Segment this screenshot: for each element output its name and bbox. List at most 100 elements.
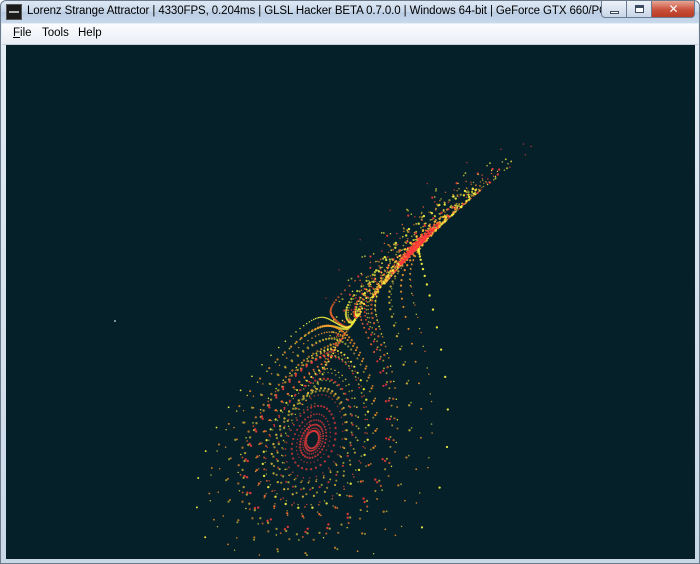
trail-point bbox=[339, 410, 341, 413]
trail-point bbox=[312, 352, 315, 355]
trail-point bbox=[348, 316, 350, 319]
menu-file[interactable]: File bbox=[13, 27, 32, 39]
trail-point bbox=[279, 428, 282, 431]
trail-point bbox=[329, 334, 331, 337]
trail-point bbox=[218, 443, 220, 446]
trail-point bbox=[224, 446, 227, 448]
trail-point bbox=[378, 284, 380, 287]
minimize-button[interactable] bbox=[601, 1, 627, 18]
trail-point bbox=[390, 275, 392, 277]
trail-point bbox=[413, 223, 415, 226]
trail-point bbox=[326, 345, 330, 348]
trail-point bbox=[278, 364, 281, 366]
trail-point bbox=[337, 396, 340, 399]
trail-point bbox=[365, 276, 368, 279]
trail-point bbox=[298, 380, 301, 383]
trail-point bbox=[237, 519, 240, 522]
trail-point bbox=[289, 429, 292, 432]
trail-point bbox=[268, 367, 271, 370]
trail-point bbox=[324, 438, 328, 441]
trail-point bbox=[417, 240, 419, 243]
trail-point bbox=[404, 499, 406, 502]
trail-point bbox=[357, 416, 360, 419]
trail-point bbox=[451, 207, 453, 209]
menu-help[interactable]: Help bbox=[78, 27, 102, 39]
trail-point bbox=[365, 288, 368, 291]
trail-point bbox=[336, 349, 339, 353]
trail-point bbox=[286, 357, 288, 359]
trail-point bbox=[382, 384, 385, 387]
render-viewport[interactable] bbox=[6, 45, 695, 559]
trail-point bbox=[241, 491, 244, 494]
trail-point bbox=[434, 209, 437, 211]
trail-point bbox=[269, 435, 272, 438]
trail-point bbox=[392, 324, 396, 327]
trail-point bbox=[386, 275, 389, 278]
trail-point bbox=[318, 356, 321, 359]
trail-point bbox=[369, 291, 371, 294]
trail-point bbox=[363, 255, 366, 258]
trail-point bbox=[307, 347, 310, 350]
trail-point bbox=[308, 372, 311, 375]
trail-point bbox=[434, 215, 437, 218]
trail-point bbox=[327, 355, 330, 358]
app-icon[interactable] bbox=[6, 4, 22, 20]
trail-point bbox=[504, 158, 507, 161]
close-button[interactable]: ✕ bbox=[652, 1, 695, 18]
maximize-button[interactable] bbox=[627, 1, 652, 18]
trail-point bbox=[300, 488, 303, 491]
trail-point bbox=[215, 426, 218, 429]
trail-point bbox=[350, 313, 353, 316]
trail-point bbox=[317, 419, 320, 422]
trail-point bbox=[376, 427, 378, 430]
trail-point bbox=[368, 327, 371, 331]
trail-point bbox=[293, 433, 297, 436]
trail-point bbox=[485, 180, 487, 183]
trail-point bbox=[204, 536, 207, 539]
trail-point bbox=[294, 342, 297, 345]
trail-point bbox=[307, 355, 310, 358]
trail-point bbox=[319, 445, 322, 448]
trail-point bbox=[309, 468, 313, 471]
trail-point bbox=[350, 309, 353, 311]
trail-point bbox=[321, 373, 324, 375]
trail-point bbox=[361, 360, 364, 363]
trail-point bbox=[373, 274, 376, 277]
trail-point bbox=[332, 444, 335, 447]
trail-point bbox=[195, 506, 198, 509]
trail-point bbox=[345, 384, 348, 387]
trail-point bbox=[283, 488, 286, 491]
trail-point bbox=[429, 219, 432, 221]
title-bar[interactable]: Lorenz Strange Attractor | 4330FPS, 0.20… bbox=[1, 1, 699, 23]
trail-point bbox=[396, 419, 399, 421]
trail-point bbox=[465, 199, 468, 203]
menu-tools[interactable]: Tools bbox=[42, 27, 69, 39]
trail-point bbox=[415, 313, 418, 316]
trail-point bbox=[403, 268, 406, 272]
trail-point bbox=[407, 379, 410, 382]
trail-point bbox=[327, 523, 330, 526]
trail-point bbox=[405, 242, 407, 245]
trail-point bbox=[380, 271, 383, 274]
trail-point bbox=[344, 342, 347, 345]
trail-point bbox=[338, 493, 341, 497]
trail-point bbox=[348, 293, 351, 296]
trail-point bbox=[298, 434, 300, 437]
trail-point bbox=[344, 357, 346, 359]
trail-point bbox=[385, 437, 388, 440]
trail-point bbox=[335, 315, 338, 319]
trail-point bbox=[471, 190, 473, 193]
trail-point bbox=[315, 352, 318, 355]
trail-point bbox=[336, 470, 339, 473]
trail-point bbox=[348, 495, 351, 498]
trail-point bbox=[229, 457, 232, 460]
trail-point bbox=[427, 224, 431, 227]
trail-point bbox=[438, 226, 440, 228]
trail-point bbox=[311, 456, 314, 459]
trail-point bbox=[270, 354, 272, 357]
trail-point bbox=[465, 187, 468, 189]
trail-point bbox=[336, 453, 339, 456]
trail-point bbox=[372, 432, 374, 434]
trail-point bbox=[362, 357, 365, 360]
trail-point bbox=[322, 445, 326, 448]
